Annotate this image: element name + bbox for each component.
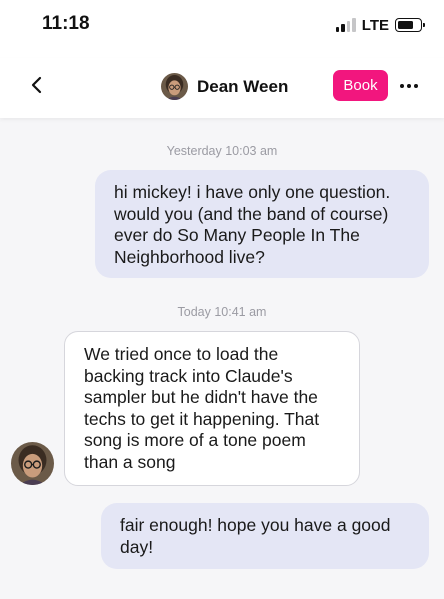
message-list[interactable]: Yesterday 10:03 am hi mickey! i have onl… — [0, 118, 444, 599]
network-type: LTE — [361, 16, 389, 34]
incoming-message[interactable]: We tried once to load the backing track … — [64, 331, 360, 486]
book-button[interactable]: Book — [333, 70, 388, 101]
outgoing-message[interactable]: fair enough! hope you have a good day! — [101, 503, 429, 569]
message-timestamp: Yesterday 10:03 am — [166, 144, 278, 158]
more-button[interactable] — [398, 82, 420, 90]
status-time: 11:18 — [42, 13, 90, 34]
chevron-left-icon — [31, 76, 42, 94]
contact-info[interactable]: Dean Ween — [161, 73, 288, 100]
more-horizontal-icon — [400, 84, 404, 88]
signal-icon — [335, 18, 356, 32]
status-indicators: LTE — [335, 16, 425, 34]
contact-avatar — [161, 73, 188, 100]
contact-name: Dean Ween — [197, 76, 289, 96]
battery-level — [398, 21, 413, 29]
outgoing-message[interactable]: hi mickey! i have only one question. wou… — [95, 170, 429, 278]
chat-header: Dean Ween Book — [0, 58, 444, 118]
back-button[interactable] — [26, 74, 48, 96]
status-bar: 11:18 LTE — [0, 0, 444, 50]
battery-icon — [395, 18, 425, 32]
message-timestamp: Today 10:41 am — [177, 305, 267, 319]
sender-avatar — [11, 442, 54, 485]
